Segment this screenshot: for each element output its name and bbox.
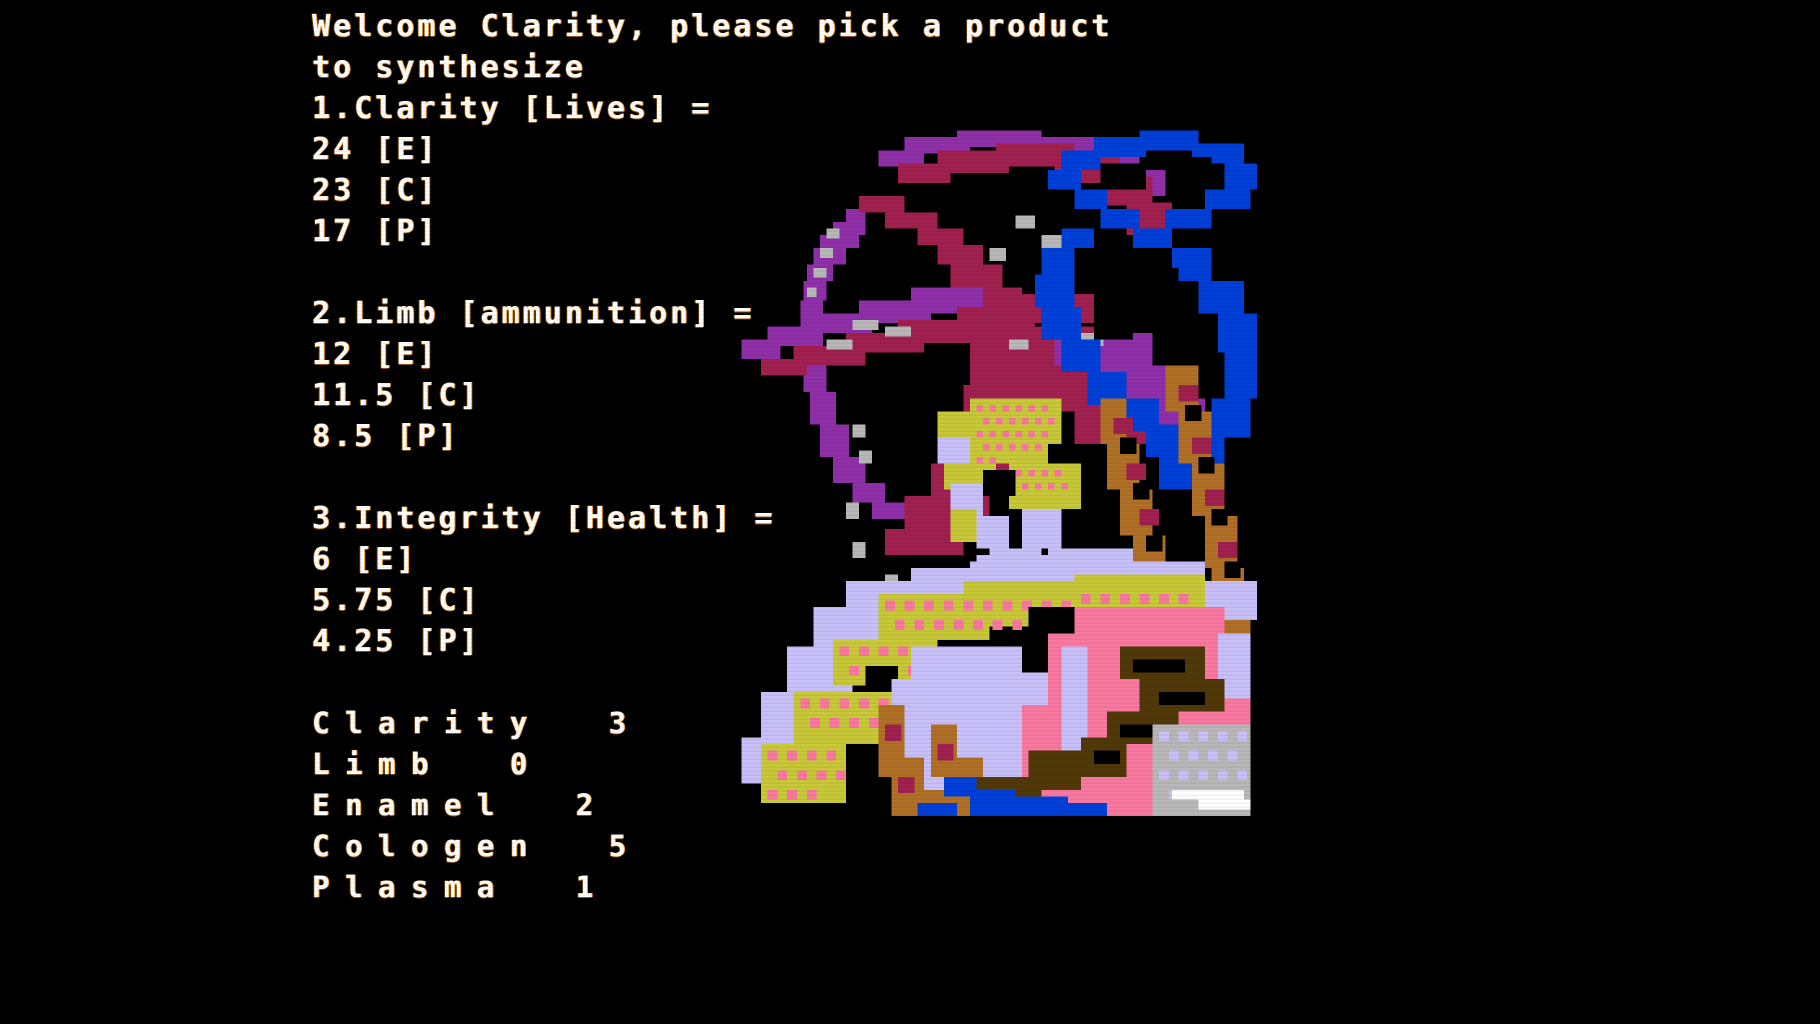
inventory-row-plasma: Plasma 1 <box>312 870 609 904</box>
product-2-cost-cologen: 11.5 [C] <box>312 378 481 413</box>
product-2-title[interactable]: 2.Limb [ammunition] = <box>312 293 1072 334</box>
product-1-cost-cologen: 23 [C] <box>312 173 439 208</box>
product-3-title[interactable]: 3.Integrity [Health] = <box>312 498 1072 539</box>
product-2-cost-plasma: 8.5 [P] <box>312 419 460 454</box>
product-2-cost-enamel: 12 [E] <box>312 337 439 372</box>
text-console: Welcome Clarity, please pick a product t… <box>312 6 1113 908</box>
inventory-row-cologen: Cologen 5 <box>312 829 642 863</box>
welcome-line-1: Welcome Clarity, please pick a product <box>312 9 1113 44</box>
product-3-cost-cologen: 5.75 [C] <box>312 583 481 618</box>
inventory-row-enamel: Enamel 2 <box>312 788 609 822</box>
crt-screen: Welcome Clarity, please pick a product t… <box>0 0 1820 1024</box>
product-1-title[interactable]: 1.Clarity [Lives] = <box>312 88 1072 129</box>
product-1-cost-enamel: 24 [E] <box>312 132 439 167</box>
product-3-cost-plasma: 4.25 [P] <box>312 624 481 659</box>
inventory-row-clarity: Clarity 3 <box>312 706 642 740</box>
product-1-cost-plasma: 17 [P] <box>312 214 439 249</box>
product-3-cost-enamel: 6 [E] <box>312 542 418 577</box>
inventory-row-limb: Limb 0 <box>312 747 543 781</box>
welcome-line-2: to synthesize <box>312 50 586 85</box>
